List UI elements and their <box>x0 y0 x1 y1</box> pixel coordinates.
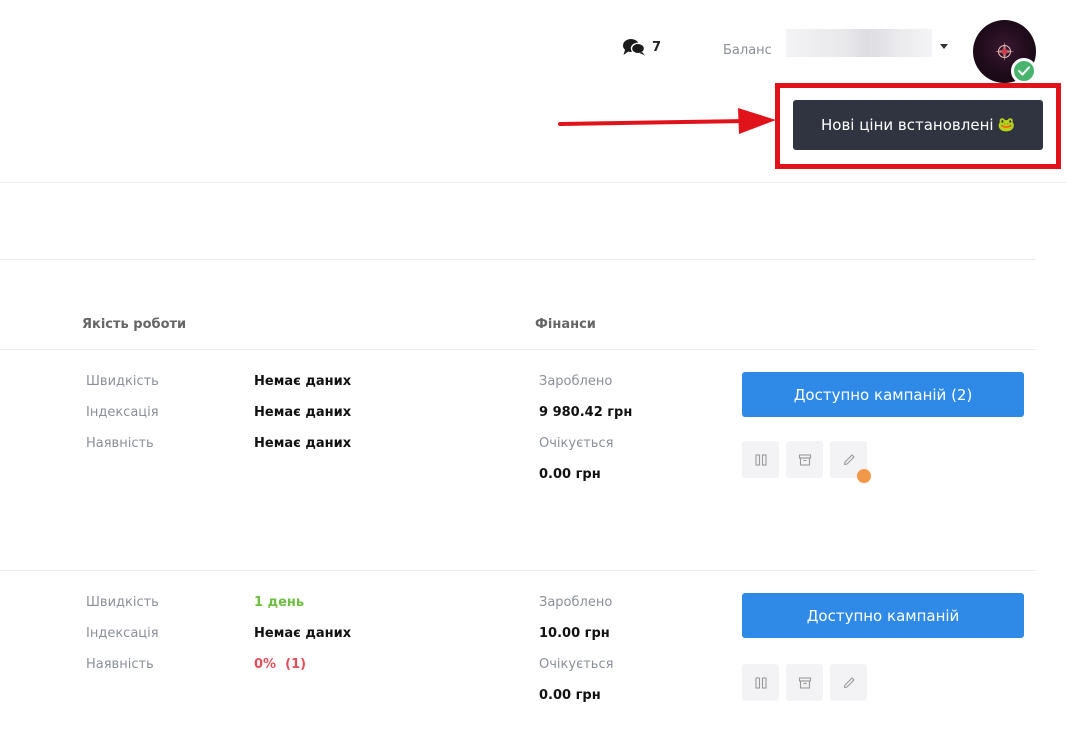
pause-icon <box>754 453 767 466</box>
speed-label: Швидкість <box>86 374 159 389</box>
balance-value-redacted <box>786 29 932 57</box>
pause-button[interactable] <box>742 664 779 701</box>
indexing-label: Індексація <box>86 405 159 420</box>
pause-icon <box>754 676 767 689</box>
notification-toast[interactable]: Нові ціни встановлені 🐸 <box>793 100 1043 150</box>
earned-label: Зароблено <box>539 595 613 610</box>
expected-label: Очікується <box>539 436 614 451</box>
availability-label: Наявність <box>86 657 154 672</box>
divider <box>0 259 1036 260</box>
expected-label: Очікується <box>539 657 614 672</box>
chat-bubbles-icon <box>623 39 646 56</box>
speed-value: 1 день <box>254 595 305 610</box>
archive-icon <box>798 676 811 689</box>
notification-dot <box>857 469 871 483</box>
earned-value: 9 980.42 грн <box>539 405 633 420</box>
indexing-value: Немає даних <box>254 626 352 641</box>
notification-text: Нові ціни встановлені <box>820 116 994 134</box>
earned-label: Зароблено <box>539 374 613 389</box>
pause-button[interactable] <box>742 441 779 478</box>
available-campaigns-button[interactable]: Доступно кампаній (2) <box>742 372 1024 417</box>
pencil-icon <box>843 453 855 465</box>
availability-value: 0% (1) <box>254 657 307 672</box>
archive-button[interactable] <box>786 664 823 701</box>
balance-dropdown-caret-icon[interactable] <box>940 44 948 49</box>
pencil-icon <box>843 676 855 688</box>
divider <box>0 182 1066 183</box>
balance-label: Баланс <box>723 43 772 58</box>
messages-count: 7 <box>652 39 662 55</box>
column-header-finance: Фінанси <box>535 317 596 332</box>
divider <box>0 349 1036 350</box>
verified-badge <box>1011 58 1037 84</box>
speed-value: Немає даних <box>254 374 352 389</box>
divider <box>0 570 1036 571</box>
indexing-label: Індексація <box>86 626 159 641</box>
check-icon <box>1018 66 1030 76</box>
expected-value: 0.00 грн <box>539 467 601 482</box>
frog-emoji-icon: 🐸 <box>997 117 1015 133</box>
annotation-arrow-icon <box>558 108 776 134</box>
expected-value: 0.00 грн <box>539 688 601 703</box>
availability-value: Немає даних <box>254 436 352 451</box>
earned-value: 10.00 грн <box>539 626 610 641</box>
speed-label: Швидкість <box>86 595 159 610</box>
edit-button[interactable] <box>830 664 867 701</box>
indexing-value: Немає даних <box>254 405 352 420</box>
available-campaigns-button[interactable]: Доступно кампаній <box>742 593 1024 638</box>
availability-label: Наявність <box>86 436 154 451</box>
column-header-quality: Якість роботи <box>82 317 187 332</box>
messages-link[interactable]: 7 <box>622 38 661 56</box>
archive-button[interactable] <box>786 441 823 478</box>
archive-icon <box>798 453 811 466</box>
